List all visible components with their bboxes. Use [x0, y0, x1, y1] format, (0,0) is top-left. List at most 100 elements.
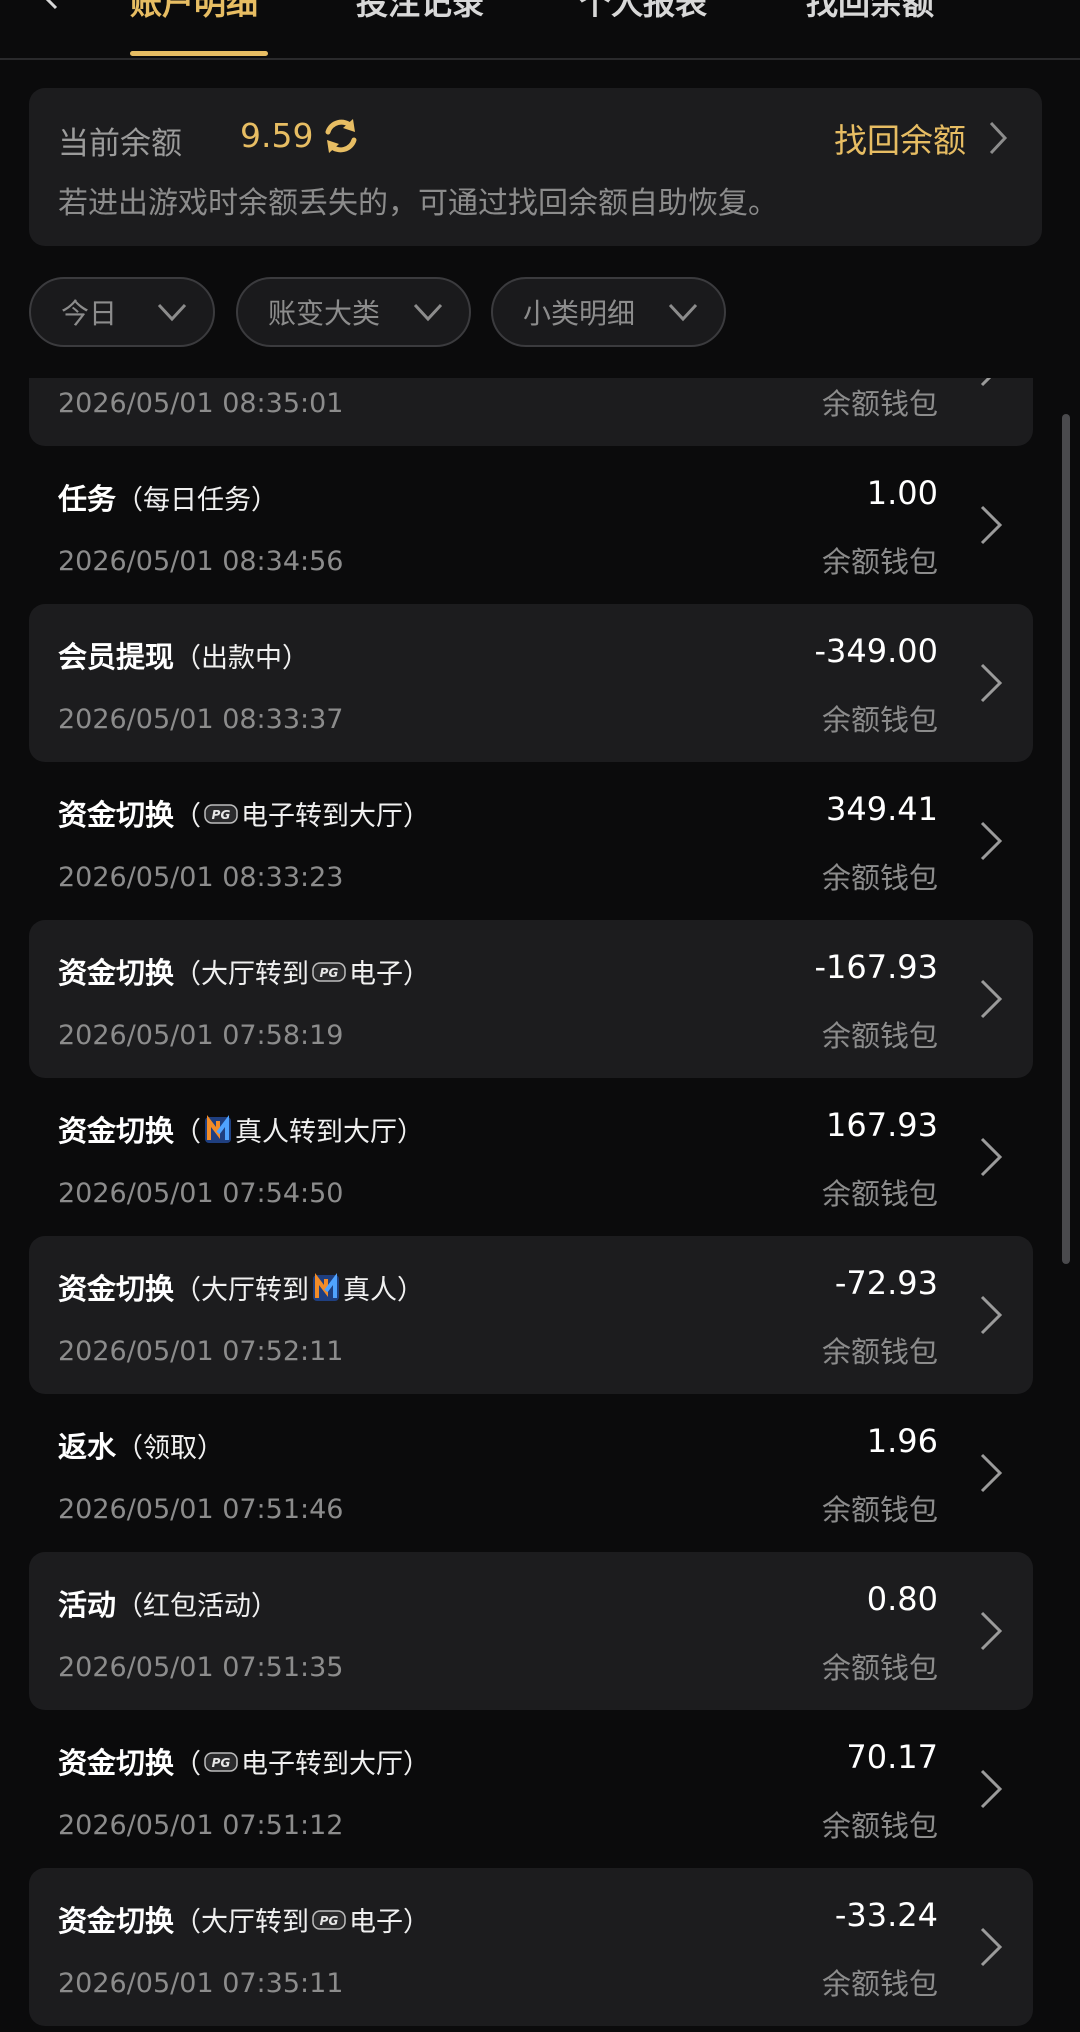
filter-subcategory[interactable]: 小类明细 — [491, 277, 726, 347]
balance-label: 当前余额 — [58, 126, 182, 162]
transaction-row[interactable]: 2026/05/01 08:35:01 余额钱包 — [29, 378, 1033, 446]
transaction-title: 资金切换 （大厅转到 PG 电子） — [58, 950, 430, 992]
chevron-right-icon — [989, 121, 1008, 155]
chevron-right-icon[interactable] — [979, 1768, 1003, 1810]
tab-bet-records[interactable]: 投注记录 — [356, 0, 484, 24]
tab-recover-balance[interactable]: 找回余额 — [806, 0, 934, 24]
transaction-amount: 349.41 — [826, 790, 938, 828]
transaction-row[interactable]: 返水 （领取） 2026/05/01 07:51:46 1.96 余额钱包 — [29, 1394, 1033, 1552]
transaction-row[interactable]: 资金切换 （大厅转到 真人） 2026/05/01 07:52:11 -72.93 余额钱… — [29, 1236, 1033, 1394]
subtype-suffix: 电子） — [349, 958, 431, 990]
transaction-time: 2026/05/01 08:33:37 — [58, 704, 344, 735]
transaction-wallet: 余额钱包 — [821, 1335, 938, 1369]
transaction-time: 2026/05/01 07:35:11 — [58, 1968, 344, 1999]
transaction-amount: -167.93 — [814, 948, 938, 986]
recover-balance-link[interactable]: 找回余额 — [834, 114, 1008, 162]
chevron-right-icon[interactable] — [979, 1610, 1003, 1652]
filter-category[interactable]: 账变大类 — [236, 277, 471, 347]
chevron-right-icon[interactable] — [979, 504, 1003, 546]
transaction-time: 2026/05/01 07:58:19 — [58, 1020, 344, 1051]
transaction-amount: 1.00 — [866, 474, 938, 512]
transaction-wallet: 余额钱包 — [821, 387, 938, 421]
tab-account-details[interactable]: 账户明细 — [130, 0, 258, 24]
subtype-prefix: （大厅转到 — [174, 1906, 310, 1938]
transaction-subtype: （出款中） — [174, 642, 310, 674]
transaction-row[interactable]: 任务 （每日任务） 2026/05/01 08:34:56 1.00 余额钱包 — [29, 446, 1033, 604]
chevron-right-icon[interactable] — [979, 1136, 1003, 1178]
subtype-suffix: 电子转到大厅） — [241, 800, 431, 832]
chevron-down-icon — [668, 303, 698, 322]
top-tab-bar: 账户明细 投注记录 个人报表 找回余额 — [0, 0, 1080, 60]
chevron-right-icon[interactable] — [979, 378, 1003, 388]
platform-logo: PG — [201, 1746, 241, 1777]
transaction-type: 会员提现 — [58, 640, 175, 674]
transaction-type: 资金切换 — [58, 1746, 175, 1780]
filter-date[interactable]: 今日 — [29, 277, 215, 347]
transaction-amount: -33.24 — [834, 1896, 938, 1934]
transaction-title: 返水 （领取） — [58, 1424, 224, 1466]
pg-logo-icon: PG — [312, 962, 346, 982]
chevron-right-icon[interactable] — [979, 1294, 1003, 1336]
transaction-amount: 167.93 — [826, 1106, 938, 1144]
chevron-right-icon[interactable] — [979, 662, 1003, 704]
tab-personal-report[interactable]: 个人报表 — [579, 0, 707, 24]
transaction-time: 2026/05/01 08:33:23 — [58, 862, 344, 893]
transaction-title: 资金切换（ PG 电子转到大厅） — [58, 792, 430, 834]
transaction-subtype: （ PG 电子转到大厅） — [174, 794, 430, 833]
platform-logo — [201, 1113, 235, 1145]
transaction-row[interactable]: 活动 （红包活动） 2026/05/01 07:51:35 0.80 余额钱包 — [29, 1552, 1033, 1710]
transaction-type: 资金切换 — [58, 798, 175, 832]
transaction-row[interactable]: 资金切换（ PG 电子转到大厅） 2026/05/01 08:33:23 349.41 余… — [29, 762, 1033, 920]
transaction-row[interactable]: 资金切换 （大厅转到 PG 电子） 2026/05/01 07:58:19 -167.93… — [29, 920, 1033, 1078]
transaction-title: 资金切换 （大厅转到 PG 电子） — [58, 1898, 430, 1940]
platform-logo: PG — [309, 956, 349, 987]
transaction-subtype: （ 真人转到大厅） — [174, 1110, 424, 1149]
transaction-type: 活动 — [58, 1588, 117, 1622]
transaction-amount: 1.96 — [866, 1422, 938, 1460]
pg-logo-icon: PG — [312, 1910, 346, 1930]
transaction-time: 2026/05/01 07:54:50 — [58, 1178, 344, 1209]
transaction-wallet: 余额钱包 — [821, 703, 938, 737]
transaction-subtype: （红包活动） — [116, 1590, 279, 1622]
svg-text:PG: PG — [320, 1914, 339, 1928]
subtype-prefix: （大厅转到 — [174, 1274, 310, 1306]
transaction-time: 2026/05/01 07:52:11 — [58, 1336, 344, 1367]
transaction-subtype: （每日任务） — [116, 484, 279, 516]
chevron-right-icon[interactable] — [979, 1452, 1003, 1494]
transaction-type: 资金切换 — [58, 1272, 175, 1306]
refresh-icon[interactable] — [319, 114, 363, 158]
back-arrow-icon[interactable] — [36, 0, 64, 10]
subtype-prefix: （ — [174, 1748, 202, 1780]
live-casino-logo-icon — [205, 1114, 232, 1143]
pg-logo-icon: PG — [204, 804, 238, 824]
transaction-amount: -349.00 — [814, 632, 938, 670]
svg-text:PG: PG — [212, 1756, 231, 1770]
transaction-row[interactable]: 会员提现 （出款中） 2026/05/01 08:33:37 -349.00 余额钱包 — [29, 604, 1033, 762]
filter-subcategory-label: 小类明细 — [523, 297, 636, 330]
transaction-title: 任务 （每日任务） — [58, 476, 278, 518]
transaction-time: 2026/05/01 07:51:35 — [58, 1652, 344, 1683]
transaction-title: 资金切换 （大厅转到 真人） — [58, 1266, 424, 1308]
transaction-title: 会员提现 （出款中） — [58, 634, 309, 676]
transaction-row[interactable]: 资金切换（ PG 电子转到大厅） 2026/05/01 07:51:12 70.17 余额… — [29, 1710, 1033, 1868]
transaction-time: 2026/05/01 07:51:12 — [58, 1810, 344, 1841]
scrollbar[interactable] — [1062, 414, 1070, 1264]
transaction-wallet: 余额钱包 — [821, 1019, 938, 1053]
filter-date-label: 今日 — [61, 297, 118, 330]
platform-logo: PG — [309, 1904, 349, 1935]
transaction-wallet: 余额钱包 — [821, 545, 938, 579]
chevron-right-icon[interactable] — [979, 820, 1003, 862]
balance-value: 9.59 — [240, 116, 314, 155]
transaction-subtype: （大厅转到 PG 电子） — [174, 1900, 430, 1939]
subtype-suffix: 真人） — [343, 1274, 425, 1306]
transaction-amount: 0.80 — [866, 1580, 938, 1618]
chevron-right-icon[interactable] — [979, 978, 1003, 1020]
transaction-time: 2026/05/01 08:35:01 — [58, 388, 344, 419]
transaction-row[interactable]: 资金切换（ 真人转到大厅） 2026/05/01 07:54:50 167.93 余额钱… — [29, 1078, 1033, 1236]
subtype-suffix: 电子转到大厅） — [241, 1748, 431, 1780]
chevron-right-icon[interactable] — [979, 1926, 1003, 1968]
transaction-subtype: （大厅转到 PG 电子） — [174, 952, 430, 991]
transaction-row[interactable]: 资金切换 （大厅转到 PG 电子） 2026/05/01 07:35:11 -33.24 余… — [29, 1868, 1033, 2026]
transaction-type: 返水 — [58, 1430, 117, 1464]
transaction-list[interactable]: 2026/05/01 08:35:01 余额钱包 任务 （每日任务） 2026/05/0… — [29, 378, 1033, 2032]
